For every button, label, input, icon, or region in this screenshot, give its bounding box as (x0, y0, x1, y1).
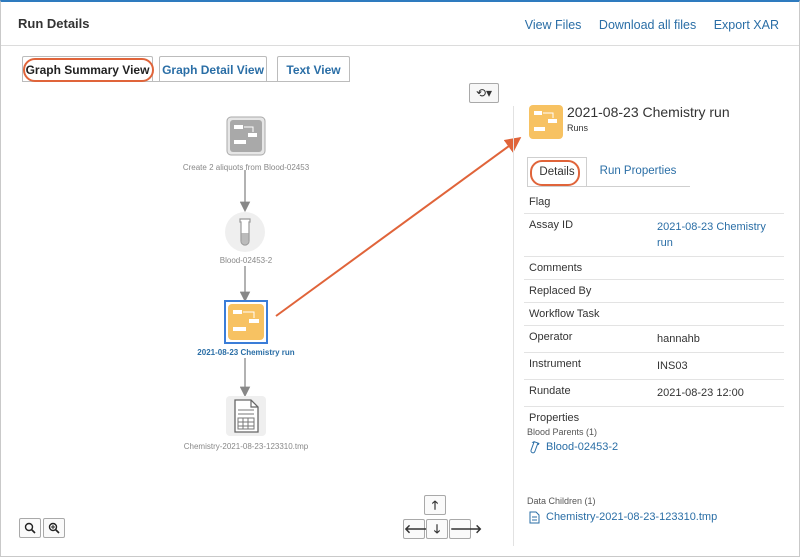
property-row: Properties (529, 412, 580, 424)
blood-parents-label: Blood Parents (1) (527, 427, 598, 437)
node-label-protocol[interactable]: Create 2 aliquots from Blood-02453 (168, 163, 324, 172)
run-type-label: Runs (567, 123, 589, 133)
tab-details[interactable]: Details (527, 157, 587, 186)
zoom-out-icon (24, 522, 36, 534)
property-row: Comments (524, 257, 784, 280)
data-file-icon (529, 511, 540, 529)
data-file-icon[interactable] (226, 396, 266, 441)
protocol-icon[interactable] (226, 116, 266, 161)
zoom-in-button[interactable] (43, 518, 65, 538)
node-label-sample[interactable]: Blood-02453-2 (190, 256, 302, 265)
view-files-link[interactable]: View Files (525, 18, 582, 32)
zoom-out-button[interactable] (19, 518, 41, 538)
pan-down-button[interactable]: 🡓 (426, 519, 448, 539)
pan-right-button[interactable]: 🡒 (449, 519, 482, 539)
pan-up-button[interactable]: 🡑 (424, 495, 446, 515)
property-row: Instrument INS03 (524, 353, 784, 380)
data-child-link[interactable]: Chemistry-2021-08-23-123310.tmp (546, 511, 717, 523)
property-row: Operator hannahb (524, 326, 784, 353)
properties-table: Flag Assay ID 2021-08-23 Chemistry run Co… (524, 191, 784, 429)
assay-id-link[interactable]: 2021-08-23 Chemistry run (657, 219, 784, 251)
blood-parent-link[interactable]: Blood-02453-2 (546, 441, 618, 453)
property-row: Workflow Task (524, 303, 784, 326)
pan-left-button[interactable]: 🡐 (403, 519, 436, 539)
panel-divider (513, 106, 514, 546)
run-type-icon (529, 105, 563, 144)
tab-run-properties[interactable]: Run Properties (593, 157, 683, 186)
lineage-graph: Create 2 aliquots from Blood-02453 Blood… (0, 0, 510, 557)
run-title: 2021-08-23 Chemistry run (567, 104, 730, 120)
data-children-label: Data Children (1) (527, 496, 596, 506)
test-tube-icon[interactable] (224, 211, 266, 258)
zoom-in-icon (48, 522, 60, 534)
export-xar-link[interactable]: Export XAR (714, 18, 779, 32)
download-all-files-link[interactable]: Download all files (599, 18, 696, 32)
test-tube-icon (528, 441, 540, 460)
property-row: Flag (524, 191, 784, 214)
property-row: Rundate 2021-08-23 12:00 (524, 380, 784, 407)
header-links: View Files Download all files Export XAR (511, 18, 779, 32)
node-label-data[interactable]: Chemistry-2021-08-23-123310.tmp (170, 442, 322, 451)
graph-edges (239, 170, 251, 398)
property-row: Assay ID 2021-08-23 Chemistry run (524, 214, 784, 257)
detail-tab-underline (527, 186, 690, 187)
assay-run-icon[interactable] (224, 300, 268, 349)
node-label-run[interactable]: 2021-08-23 Chemistry run (182, 348, 310, 357)
property-row: Replaced By (524, 280, 784, 303)
